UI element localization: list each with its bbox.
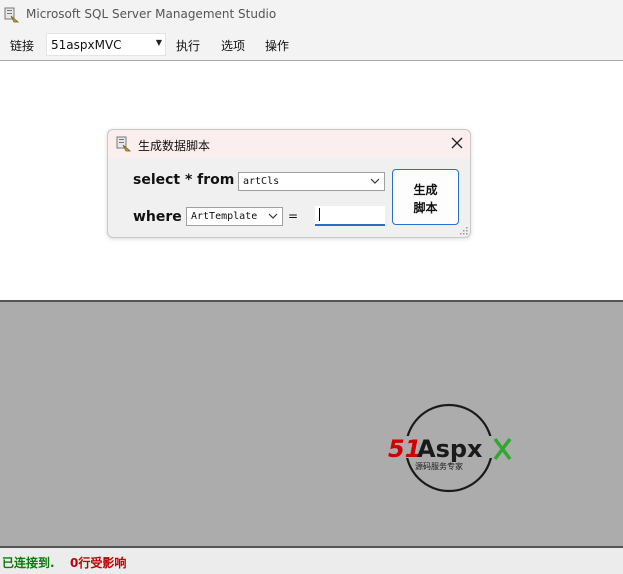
window-title: Microsoft SQL Server Management Studio [26, 7, 277, 21]
status-bar: 已连接到. 0行受影响 [0, 546, 623, 574]
where-value-input[interactable] [315, 206, 385, 226]
app-icon [4, 7, 20, 23]
logo-tagline: 源码服务专家 [415, 461, 463, 471]
generate-button-label-line1: 生成 [413, 183, 438, 197]
table-select[interactable]: artCls [238, 172, 385, 191]
dialog-app-icon [116, 136, 132, 152]
chevron-down-icon [268, 213, 278, 219]
status-rows-affected: 0行受影响 [70, 556, 127, 570]
dialog-title: 生成数据脚本 [138, 139, 211, 153]
chevron-down-icon [370, 178, 380, 184]
column-select[interactable]: ArtTemplate [186, 207, 283, 226]
dropdown-arrow-icon: ▼ [155, 38, 162, 47]
select-from-label: select * from [133, 172, 235, 188]
dialog-title-bar[interactable]: 生成数据脚本 [108, 130, 470, 158]
menu-connect[interactable]: 链接 [10, 37, 34, 54]
resize-grip-icon[interactable] [460, 227, 468, 235]
equals-sign: = [288, 209, 299, 223]
column-select-value: ArtTemplate [191, 211, 258, 222]
database-select-value: 51aspxMVC [51, 38, 122, 52]
where-label: where [133, 209, 182, 225]
generate-button-label-line2: 脚本 [413, 201, 438, 215]
51aspx-logo: 51 Aspx 源码服务专家 [388, 403, 512, 493]
generate-script-dialog: 生成数据脚本 select * from artCls where ArtTem… [107, 129, 471, 238]
menu-options[interactable]: 选项 [221, 37, 245, 54]
menu-execute[interactable]: 执行 [176, 37, 200, 54]
table-select-value: artCls [243, 176, 280, 187]
database-select[interactable]: 51aspxMVC ▼ [46, 33, 166, 56]
results-area [0, 302, 623, 546]
menu-operations[interactable]: 操作 [265, 37, 289, 54]
generate-script-button[interactable]: 生成 脚本 [392, 169, 459, 225]
text-caret [319, 208, 320, 221]
status-connected: 已连接到. [2, 556, 55, 570]
close-icon[interactable] [449, 135, 465, 151]
logo-aspx-text: Aspx [417, 435, 483, 463]
title-bar: Microsoft SQL Server Management Studio [0, 0, 623, 30]
